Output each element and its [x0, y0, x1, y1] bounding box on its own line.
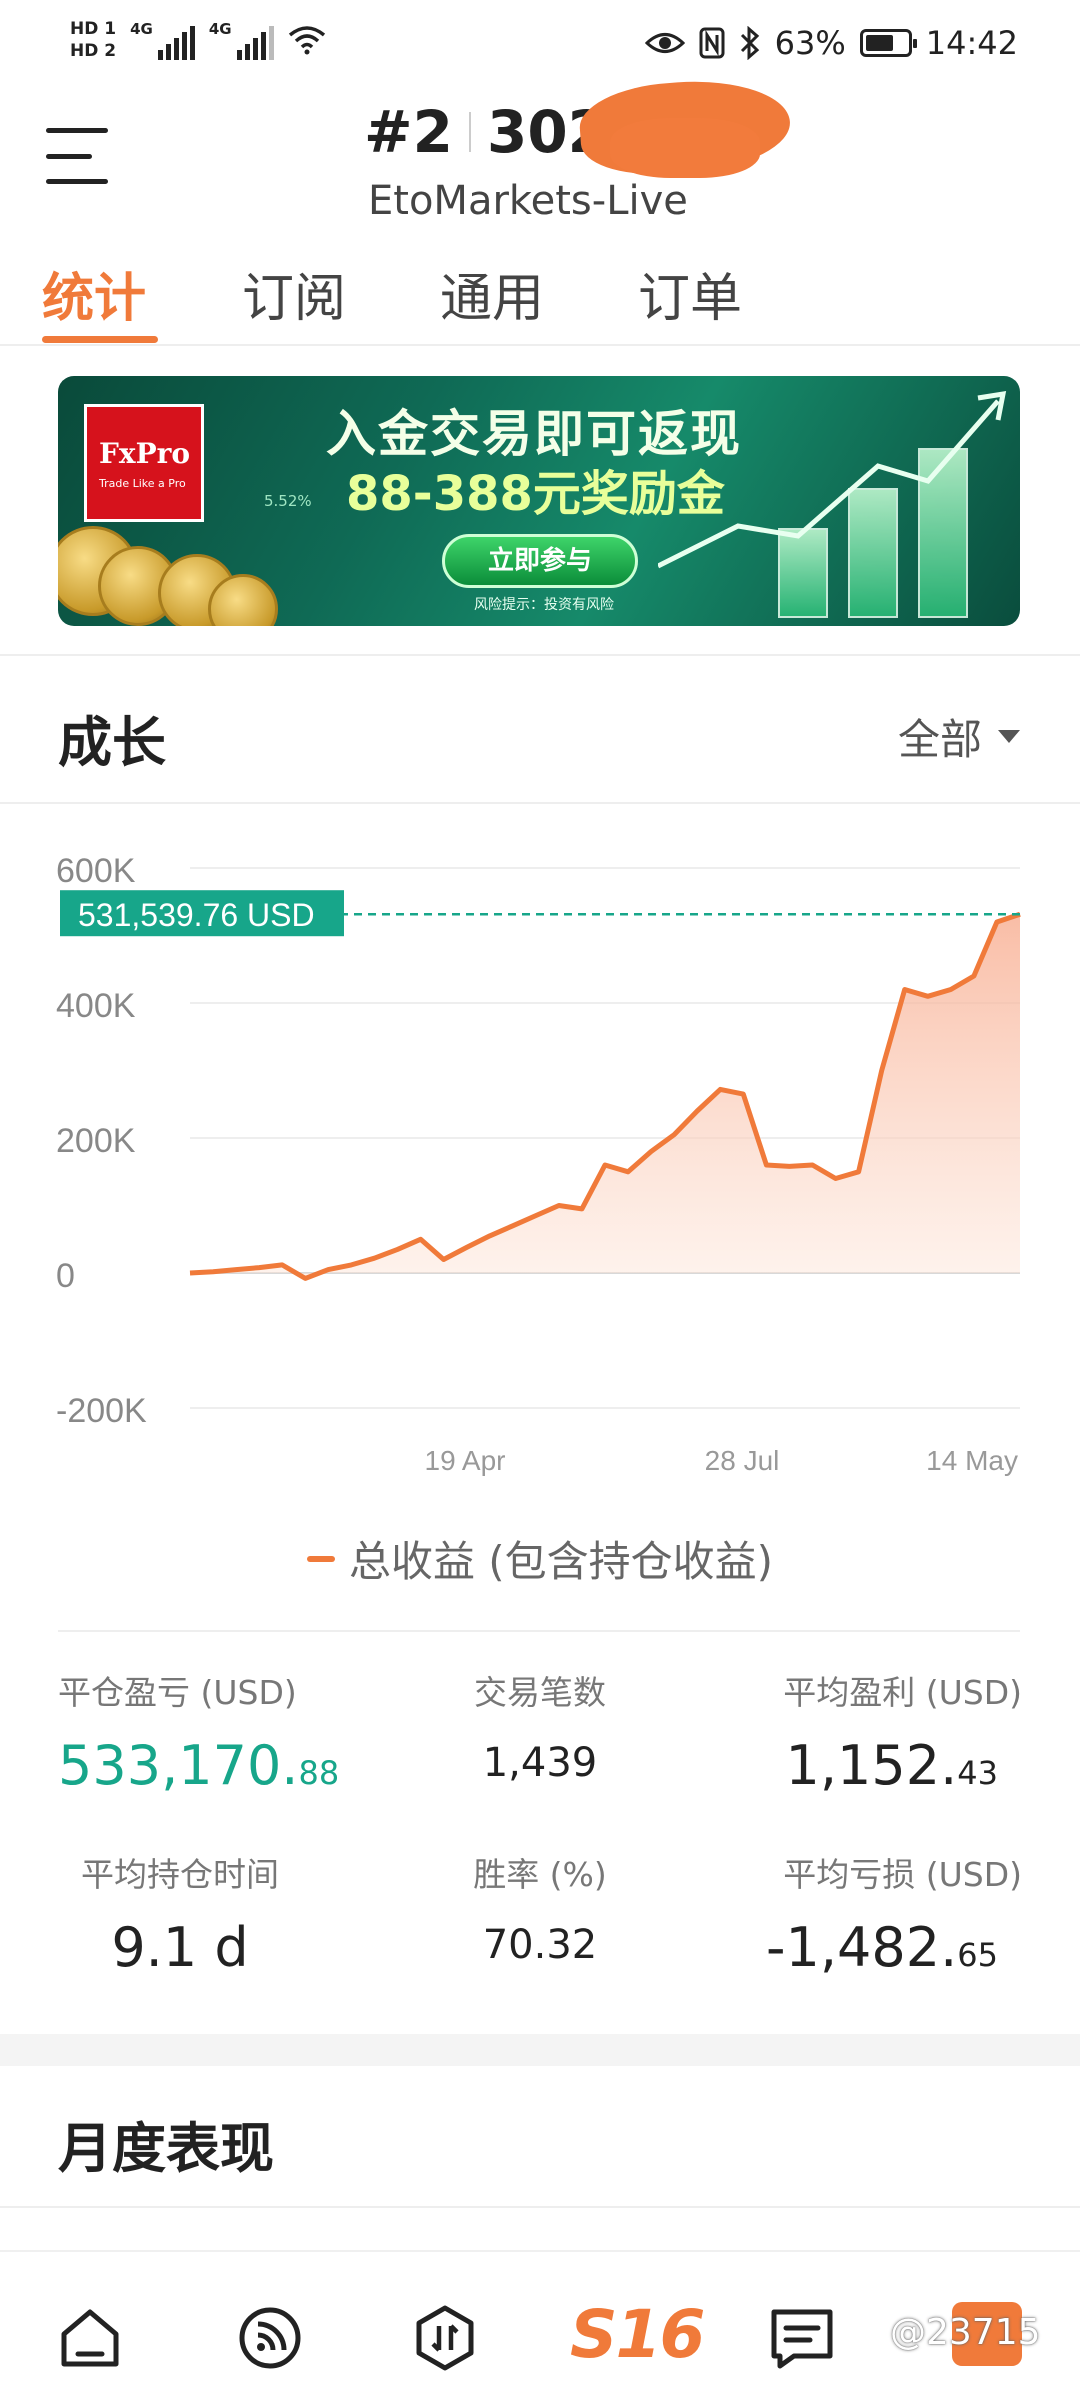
tab-active-indicator — [42, 336, 158, 343]
x-tick-label: 19 Apr — [425, 1445, 506, 1476]
legend-label: 总收益 (包含持仓收益) — [348, 1537, 774, 1586]
status-right: 63% 14:42 — [644, 24, 1018, 62]
bottom-nav: S16 @23715 — [0, 2268, 1080, 2400]
y-tick-label: 400K — [56, 987, 136, 1025]
section-separator — [0, 2034, 1080, 2066]
stat-avg-hold-label: 平均持仓时间 — [81, 1855, 279, 1894]
hd-indicator: HD 1 HD 2 — [70, 18, 116, 62]
legend-swatch — [306, 1555, 335, 1562]
tab-bar: 统计 订阅 通用 订单 — [0, 250, 1080, 346]
status-left: HD 1 HD 2 4G 4G — [70, 18, 326, 62]
watermark: @23715 — [890, 2312, 1041, 2353]
status-bar: HD 1 HD 2 4G 4G 63% 14:42 — [0, 0, 1080, 90]
growth-chart: 600K 400K 200K 0 -200K 19 Apr 28 Jul 14 May 531,… — [56, 852, 1021, 1476]
banner-join-button[interactable]: 立即参与 — [442, 534, 638, 588]
stat-avg-loss: 平均亏损 (USD) -1,482.65 — [662, 1848, 1022, 1979]
banner-subtitle: 88-388元奖励金 — [346, 466, 725, 522]
eye-icon — [644, 33, 685, 53]
growth-filter-dropdown[interactable]: 全部 — [898, 706, 1020, 767]
banner-percent: 5.52% — [264, 492, 312, 510]
stat-avg-loss-value: -1,482.65 — [766, 1916, 998, 1979]
y-tick-label: -200K — [56, 1392, 147, 1430]
growth-title: 成长 — [58, 711, 166, 774]
chart-legend: 总收益 (包含持仓收益) — [0, 1528, 1080, 1589]
net2-label: 4G — [208, 20, 232, 38]
promo-banner[interactable]: FxPro Trade Like a Pro 5.52% 入金交易即可返现 88… — [58, 376, 1020, 626]
stat-avg-profit-label: 平均盈利 (USD) — [783, 1673, 1022, 1712]
stat-avg-profit: 平均盈利 (USD) 1,152.43 — [662, 1666, 1022, 1797]
stat-avg-hold: 平均持仓时间 9.1 d — [0, 1848, 360, 1979]
signal-2-icon: 4G — [209, 20, 274, 60]
nfc-icon — [699, 27, 725, 59]
y-tick-label: 600K — [56, 852, 136, 890]
hd-top-label: HD 1 — [70, 19, 117, 39]
divider — [0, 802, 1080, 804]
banner-risk-note: 风险提示：投资有风险 — [474, 597, 614, 613]
divider — [0, 2206, 1080, 2208]
divider — [58, 1630, 1020, 1632]
divider — [0, 2250, 1080, 2252]
fxpro-logo: FxPro Trade Like a Pro — [84, 404, 204, 522]
monthly-title: 月度表现 — [58, 2117, 274, 2180]
series-area — [190, 914, 1020, 1279]
x-tick-label: 14 May — [926, 1445, 1018, 1476]
clock: 14:42 — [925, 24, 1018, 62]
tab-general[interactable]: 通用 — [440, 256, 544, 331]
hd-bottom-label: HD 2 — [70, 41, 117, 61]
net1-label: 4G — [130, 20, 153, 38]
account-prefix: #2 — [364, 98, 453, 166]
stat-avg-profit-value: 1,152.43 — [785, 1734, 998, 1797]
wifi-icon — [288, 26, 325, 55]
account-number: #2 302 — [364, 98, 608, 166]
tab-subscribe[interactable]: 订阅 — [242, 256, 346, 331]
x-tick-label: 28 Jul — [705, 1445, 780, 1476]
y-tick-label: 0 — [56, 1257, 75, 1295]
growth-filter-label: 全部 — [897, 715, 982, 764]
stat-avg-hold-value: 9.1 d — [111, 1916, 249, 1979]
tab-orders[interactable]: 订单 — [638, 256, 742, 331]
y-tick-label: 200K — [56, 1122, 136, 1160]
trade-icon[interactable] — [405, 2298, 485, 2378]
bluetooth-icon — [740, 26, 759, 60]
stat-avg-loss-label: 平均亏损 (USD) — [783, 1855, 1022, 1894]
server-name: EtoMarkets-Live — [368, 178, 688, 224]
current-value-label: 531,539.76 USD — [78, 897, 315, 933]
signal-1-icon: 4G — [130, 20, 195, 60]
account-separator — [468, 112, 471, 152]
messages-icon[interactable] — [762, 2298, 842, 2378]
battery-icon — [859, 29, 917, 57]
fxpro-logo-tagline: Trade Like a Pro — [99, 477, 186, 490]
redaction-mark-2 — [610, 118, 760, 178]
signals-icon[interactable] — [230, 2298, 310, 2378]
divider — [0, 654, 1080, 656]
caret-down-icon — [998, 730, 1020, 743]
nav-s16-tab[interactable]: S16 — [570, 2296, 705, 2373]
hamburger-menu-icon[interactable] — [46, 128, 108, 184]
tab-statistics[interactable]: 统计 — [42, 256, 146, 331]
battery-percent: 63% — [774, 24, 846, 62]
fxpro-logo-name: FxPro — [99, 437, 191, 470]
home-icon[interactable] — [50, 2298, 130, 2378]
